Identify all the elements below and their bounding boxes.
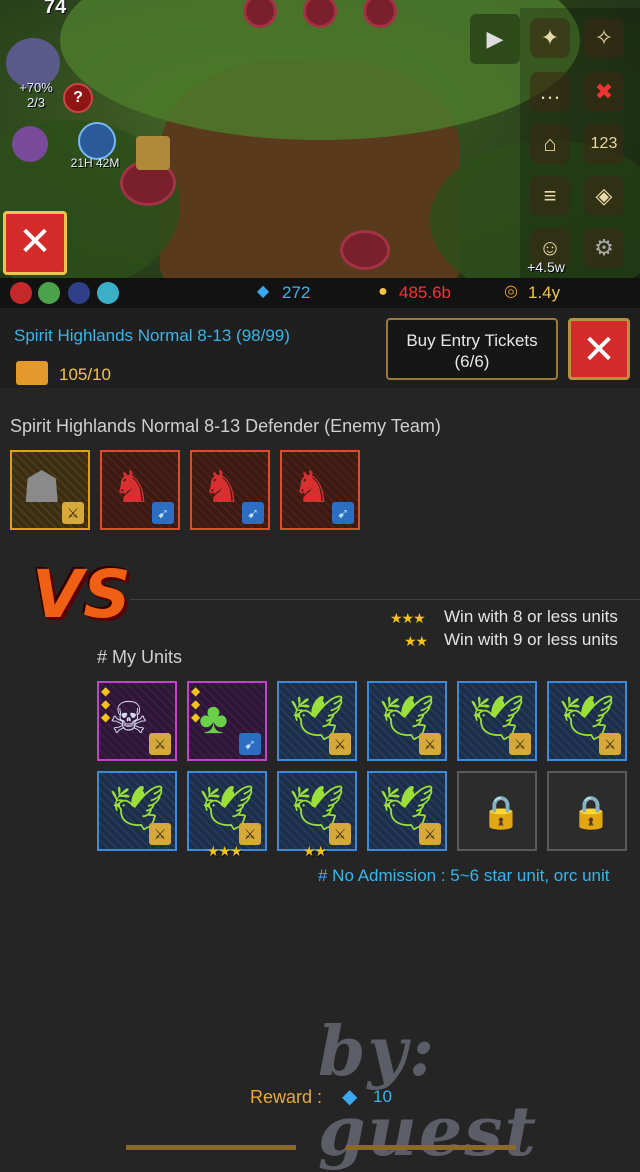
gem-icon: ◆ (256, 283, 270, 300)
ranged-class-icon: ➹ (242, 502, 264, 524)
red-knight-icon: ♞ (292, 463, 332, 512)
boost-percent: +70% (19, 80, 53, 95)
unit-slot[interactable]: 🕊 ⚔ (277, 771, 357, 851)
gem-icon: ◆ (342, 1086, 358, 1108)
reward-label: Reward : (250, 1087, 323, 1107)
play-icon[interactable]: ▶ (470, 14, 520, 64)
red-plant (340, 230, 390, 270)
ranged-class-icon: ➹ (239, 733, 261, 755)
hero-avatar-icon[interactable] (68, 282, 90, 304)
close-button[interactable]: ✕ (568, 318, 630, 380)
melee-class-icon: ⚔ (329, 733, 351, 755)
unit-slot[interactable]: 🕊 ⚔ (547, 681, 627, 761)
no-admission-note: # No Admission : 5~6 star unit, orc unit (318, 866, 610, 885)
my-units-heading: # My Units (97, 647, 183, 667)
player-level: 74 (44, 0, 67, 18)
hero-avatar-icon[interactable] (10, 282, 32, 304)
vs-label: VS (32, 556, 131, 633)
scene-close-button[interactable]: ✕ (3, 211, 67, 275)
map-icon[interactable]: ◈ (584, 176, 624, 216)
auto-button-edge[interactable] (346, 1145, 516, 1150)
start-button-edge[interactable] (126, 1145, 296, 1150)
unit-slot[interactable]: 🕊 ⚔ (367, 681, 447, 761)
buy-entry-tickets-button[interactable]: Buy Entry Tickets (6/6) (386, 318, 558, 380)
magic-orb-icon[interactable] (12, 126, 48, 162)
dungeon-title: Spirit Highlands Normal 8-13 (98/99) (14, 326, 290, 345)
ranged-class-icon: ➹ (152, 502, 174, 524)
timer-label: 21H 42M (70, 156, 120, 170)
shield-icon[interactable] (136, 136, 170, 170)
temple-icon[interactable]: ⌂ (530, 124, 570, 164)
guild-banner-icon[interactable]: ✖ (584, 72, 624, 112)
boost-count: 2/3 (26, 95, 46, 110)
ticket-count: 105/10 (59, 365, 111, 384)
gem-count: 272 (282, 283, 311, 302)
ticket-icon (16, 361, 48, 385)
enemy-team-heading: Spirit Highlands Normal 8-13 Defender (E… (10, 416, 441, 436)
floating-gain: +4.5w (527, 259, 565, 275)
two-star-icon: ★★ (404, 633, 428, 649)
ranged-class-icon: ➹ (332, 502, 354, 524)
melee-class-icon: ⚔ (419, 823, 441, 845)
red-knight-icon: ♞ (202, 463, 242, 512)
armored-ogre-icon: ☗ (22, 463, 62, 512)
three-star-rule: Win with 8 or less units (444, 607, 618, 626)
portal-icon[interactable] (78, 122, 116, 160)
medal-icon: ● (378, 283, 388, 300)
help-button[interactable]: ? (63, 83, 93, 113)
quest-scroll-icon[interactable]: ≡ (530, 176, 570, 216)
divider (130, 599, 640, 600)
three-star-icon: ★★★ (390, 610, 426, 626)
melee-class-icon: ⚔ (509, 733, 531, 755)
gold-count: 1.4y (528, 283, 561, 302)
lock-icon: 🔒 (481, 794, 521, 830)
enemy-unit-slot[interactable]: ♞ ➹ (280, 450, 360, 530)
buy-tickets-label: Buy Entry Tickets (406, 331, 538, 350)
hero-avatar-icon[interactable] (97, 282, 119, 304)
enemy-unit-slot[interactable]: ♞ ➹ (190, 450, 270, 530)
unit-slot[interactable]: 🕊 ⚔ (277, 681, 357, 761)
melee-class-icon: ⚔ (149, 823, 171, 845)
melee-class-icon: ⚔ (62, 502, 84, 524)
lock-icon: 🔒 (571, 794, 611, 830)
reward-value: 10 (373, 1087, 392, 1106)
unit-slot[interactable]: 🕊 ⚔ (367, 771, 447, 851)
buy-tickets-count: (6/6) (454, 352, 490, 371)
unit-slot[interactable]: 🕊 ⚔ (457, 681, 537, 761)
angel-icon[interactable]: ✦ (530, 18, 570, 58)
locked-unit-slot[interactable]: 🔒 (547, 771, 627, 851)
chat-icon[interactable]: … (530, 72, 570, 112)
game-scene: 74 +70% 2/3 ? 21H 42M ✕ ▶ ✦ ✧ … ✖ ⌂ 123 … (0, 0, 640, 278)
gold-coin-icon: ◎ (504, 283, 518, 300)
skeleton-warrior-icon: ☠ (109, 694, 149, 743)
melee-class-icon: ⚔ (599, 733, 621, 755)
locked-unit-slot[interactable]: 🔒 (457, 771, 537, 851)
melee-class-icon: ⚔ (329, 823, 351, 845)
two-star-rule: Win with 9 or less units (444, 630, 618, 649)
ranking-icon[interactable]: 123 (584, 124, 624, 164)
unit-star-rating: ★★★ (207, 843, 243, 859)
enemy-unit-slot[interactable]: ♞ ➹ (100, 450, 180, 530)
unit-slot[interactable]: 🕊 ⚔ (97, 771, 177, 851)
elf-archer-icon: ♣ (199, 694, 228, 743)
currency-bar: ◆ 272 ● 485.6b ◎ 1.4y (0, 278, 640, 308)
melee-class-icon: ⚔ (419, 733, 441, 755)
red-knight-icon: ♞ (112, 463, 152, 512)
unit-slot[interactable]: ◆ ◆ ◆ ♣ ➹ (187, 681, 267, 761)
dragon-icon[interactable]: ✧ (584, 18, 624, 58)
enemy-unit-slot[interactable]: ☗ ⚔ (10, 450, 90, 530)
unit-slot[interactable]: 🕊 ⚔ (187, 771, 267, 851)
hero-avatar-icon[interactable] (38, 282, 60, 304)
unit-slot[interactable]: ◆ ◆ ◆ ☠ ⚔ (97, 681, 177, 761)
melee-class-icon: ⚔ (149, 733, 171, 755)
melee-class-icon: ⚔ (239, 823, 261, 845)
settings-gear-icon[interactable]: ⚙ (584, 228, 624, 268)
unit-star-rating: ★★ (303, 843, 327, 859)
medal-count: 485.6b (399, 283, 451, 302)
